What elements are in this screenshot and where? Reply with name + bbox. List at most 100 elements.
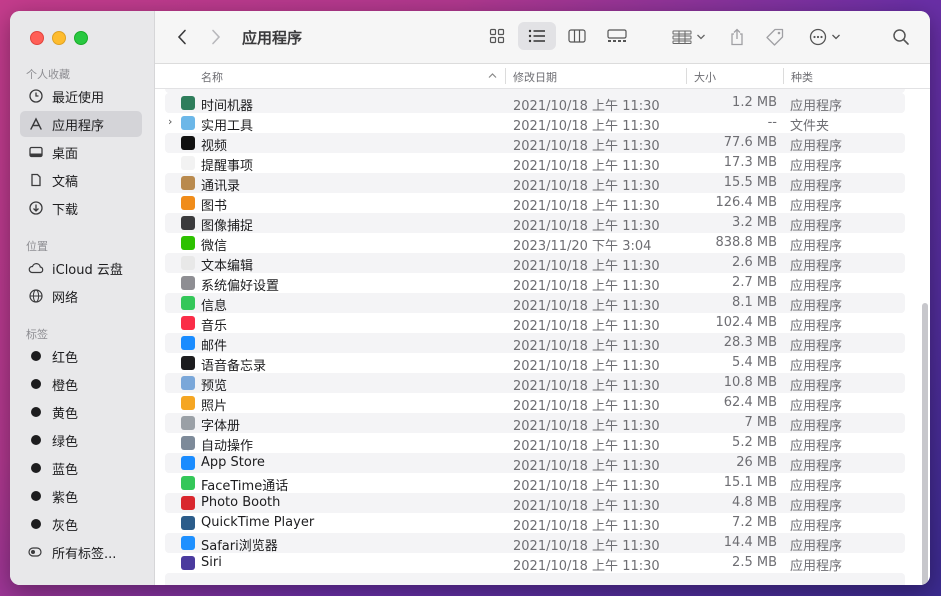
ellipsis-circle-icon: [809, 28, 827, 46]
sidebar-item-icloud[interactable]: iCloud 云盘: [20, 255, 142, 281]
sidebar-tag-orange[interactable]: 橙色: [20, 371, 142, 397]
file-kind: 应用程序: [790, 479, 843, 494]
sidebar-tag-red[interactable]: 红色: [20, 343, 142, 369]
sidebar-item-downloads[interactable]: 下载: [20, 195, 142, 221]
column-kind-header[interactable]: 种类: [791, 69, 813, 85]
sidebar-item-label: 灰色: [52, 518, 79, 534]
sidebar-item-documents[interactable]: 文稿: [20, 167, 142, 193]
file-size: 77.6 MB: [723, 135, 777, 150]
column-header: 名称 修改日期 大小 种类: [155, 64, 930, 89]
gallery-view-button[interactable]: [598, 22, 636, 50]
zoom-button[interactable]: [74, 31, 88, 45]
vertical-scrollbar[interactable]: [922, 303, 928, 585]
sidebar-item-applications[interactable]: 应用程序: [20, 111, 142, 137]
table-row[interactable]: 邮件 2021/10/18 上午 11:30 28.3 MB 应用程序: [165, 333, 905, 354]
list-view-button[interactable]: [518, 22, 556, 50]
table-row[interactable]: App Store 2021/10/18 上午 11:30 26 MB 应用程序: [165, 453, 905, 474]
table-row[interactable]: 照片 2021/10/18 上午 11:30 62.4 MB 应用程序: [165, 393, 905, 414]
modified-date: 2021/10/18 上午 11:30: [513, 199, 660, 214]
grid-icon: [489, 28, 505, 44]
modified-date: 2021/10/18 上午 11:30: [513, 319, 660, 334]
search-button[interactable]: [889, 23, 913, 51]
app-icon: [181, 216, 195, 230]
sidebar-item-label: 桌面: [52, 146, 79, 162]
app-icon: [181, 376, 195, 390]
globe-icon: [28, 288, 44, 304]
table-row[interactable]: 视频 2021/10/18 上午 11:30 77.6 MB 应用程序: [165, 133, 905, 154]
file-kind: 应用程序: [790, 459, 843, 474]
action-button[interactable]: [805, 23, 845, 51]
sidebar-item-desktop[interactable]: 桌面: [20, 139, 142, 165]
back-button[interactable]: [169, 23, 195, 51]
app-icon: [181, 396, 195, 410]
sidebar-tag-green[interactable]: 绿色: [20, 427, 142, 453]
file-size: 2.5 MB: [732, 555, 777, 570]
table-row[interactable]: 自动操作 2021/10/18 上午 11:30 5.2 MB 应用程序: [165, 433, 905, 454]
modified-date: 2021/10/18 上午 11:30: [513, 479, 660, 494]
sidebar-item-label: 文稿: [52, 174, 79, 190]
sidebar-item-label: 绿色: [52, 434, 79, 450]
sidebar-all-tags[interactable]: 所有标签...: [20, 539, 142, 565]
forward-button[interactable]: [203, 23, 229, 51]
column-divider[interactable]: [686, 68, 687, 84]
sidebar-item-label: 网络: [52, 290, 79, 306]
table-row[interactable]: 微信 2023/11/20 下午 3:04 838.8 MB 应用程序: [165, 233, 905, 254]
icon-view-button[interactable]: [478, 22, 516, 50]
app-icon: [181, 416, 195, 430]
sidebar-tag-gray[interactable]: 灰色: [20, 511, 142, 537]
table-row[interactable]: 图像捕捉 2021/10/18 上午 11:30 3.2 MB 应用程序: [165, 213, 905, 234]
table-row[interactable]: FaceTime通话 2021/10/18 上午 11:30 15.1 MB 应用程序: [165, 473, 905, 494]
column-divider[interactable]: [783, 68, 784, 84]
sidebar-tag-purple[interactable]: 紫色: [20, 483, 142, 509]
sidebar-tag-yellow[interactable]: 黄色: [20, 399, 142, 425]
column-view-button[interactable]: [558, 22, 596, 50]
table-row[interactable]: Safari浏览器 2021/10/18 上午 11:30 14.4 MB 应用程序: [165, 533, 905, 554]
column-date-header[interactable]: 修改日期: [513, 69, 557, 85]
share-button[interactable]: [727, 23, 747, 51]
sidebar-item-label: 所有标签...: [52, 546, 117, 562]
table-row[interactable]: Siri 2021/10/18 上午 11:30 2.5 MB 应用程序: [165, 553, 905, 574]
table-row[interactable]: QuickTime Player 2021/10/18 上午 11:30 7.2 M…: [165, 513, 905, 534]
table-row[interactable]: 时间机器 2021/10/18 上午 11:30 1.2 MB 应用程序: [165, 93, 905, 114]
table-row[interactable]: 通讯录 2021/10/18 上午 11:30 15.5 MB 应用程序: [165, 173, 905, 194]
file-kind: 应用程序: [790, 339, 843, 354]
modified-date: 2021/10/18 上午 11:30: [513, 539, 660, 554]
column-name-header[interactable]: 名称: [201, 69, 223, 85]
table-row[interactable]: 提醒事项 2021/10/18 上午 11:30 17.3 MB 应用程序: [165, 153, 905, 174]
table-row[interactable]: 预览 2021/10/18 上午 11:30 10.8 MB 应用程序: [165, 373, 905, 394]
column-size-header[interactable]: 大小: [694, 69, 716, 85]
sidebar-item-network[interactable]: 网络: [20, 283, 142, 309]
file-size: 126.4 MB: [715, 195, 777, 210]
close-button[interactable]: [30, 31, 44, 45]
sidebar-item-label: 紫色: [52, 490, 79, 506]
app-icon: [181, 136, 195, 150]
file-name: 自动操作: [201, 439, 254, 454]
app-icon: [181, 556, 195, 570]
table-row[interactable]: 系统偏好设置 2021/10/18 上午 11:30 2.7 MB 应用程序: [165, 273, 905, 294]
table-row[interactable]: 语音备忘录 2021/10/18 上午 11:30 5.4 MB 应用程序: [165, 353, 905, 374]
file-size: 14.4 MB: [723, 535, 777, 550]
sidebar-item-label: 最近使用: [52, 90, 105, 106]
table-row[interactable]: 信息 2021/10/18 上午 11:30 8.1 MB 应用程序: [165, 293, 905, 314]
table-row[interactable]: 音乐 2021/10/18 上午 11:30 102.4 MB 应用程序: [165, 313, 905, 334]
table-row[interactable]: 文本编辑 2021/10/18 上午 11:30 2.6 MB 应用程序: [165, 253, 905, 274]
file-kind: 应用程序: [790, 199, 843, 214]
file-name: 图书: [201, 199, 228, 214]
file-name: 图像捕捉: [201, 219, 254, 234]
tag-button[interactable]: [763, 23, 787, 51]
file-name: 视频: [201, 139, 228, 154]
table-row[interactable]: › 实用工具 2021/10/18 上午 11:30 -- 文件夹: [165, 113, 905, 134]
group-by-button[interactable]: [669, 23, 709, 51]
minimize-button[interactable]: [52, 31, 66, 45]
table-row-partial: [165, 573, 905, 585]
table-row[interactable]: 图书 2021/10/18 上午 11:30 126.4 MB 应用程序: [165, 193, 905, 214]
tags-icon: [28, 544, 44, 560]
column-divider[interactable]: [505, 68, 506, 84]
sidebar-tag-blue[interactable]: 蓝色: [20, 455, 142, 481]
table-row[interactable]: Photo Booth 2021/10/18 上午 11:30 4.8 MB 应用程序: [165, 493, 905, 514]
table-row[interactable]: 字体册 2021/10/18 上午 11:30 7 MB 应用程序: [165, 413, 905, 434]
disclosure-chevron-icon[interactable]: ›: [168, 115, 172, 128]
sidebar-item-recents[interactable]: 最近使用: [20, 83, 142, 109]
locations-section-label: 位置: [26, 240, 48, 253]
modified-date: 2021/10/18 上午 11:30: [513, 299, 660, 314]
